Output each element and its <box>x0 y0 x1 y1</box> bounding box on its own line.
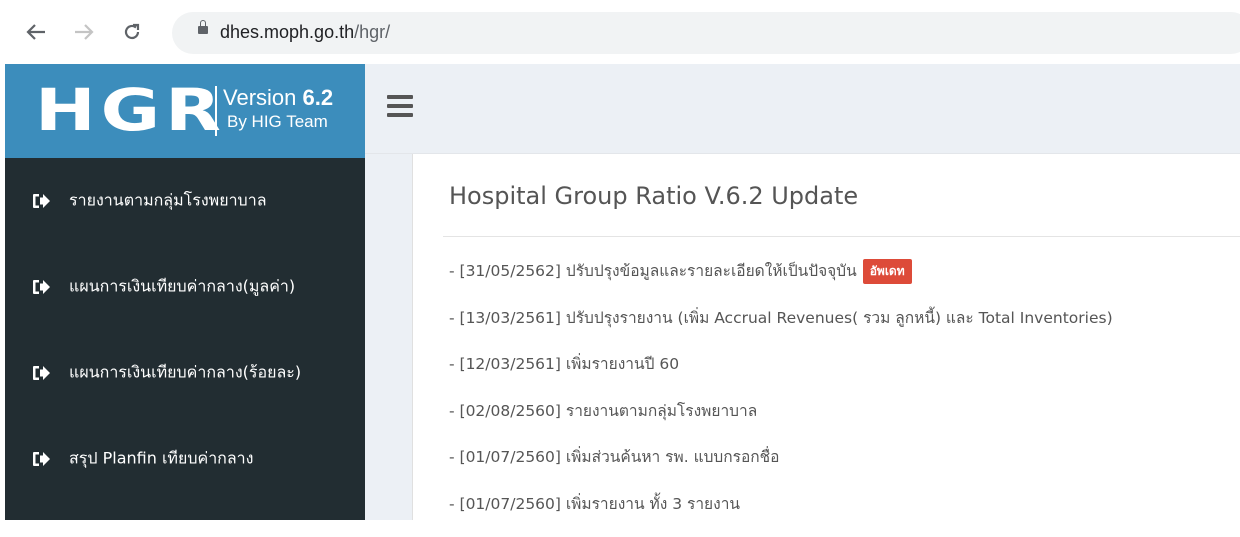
page-title: Hospital Group Ratio V.6.2 Update <box>449 182 858 210</box>
update-text: - [01/07/2560] เพิ่มส่วนค้นหา รพ. แบบกรอ… <box>449 448 779 466</box>
sign-in-icon <box>31 450 51 468</box>
url-text[interactable]: dhes.moph.go.th/hgr/ <box>220 22 390 43</box>
sidebar-item-planfin-summary[interactable]: สรุป Planfin เทียบค่ากลาง <box>5 416 365 502</box>
sidebar-item-group-report[interactable]: รายงานตามกลุ่มโรงพยาบาล <box>5 158 365 244</box>
logo-version: Version 6.2 <box>223 86 333 110</box>
sidebar-item-label: สรุป Planfin เทียบค่ากลาง <box>69 447 253 472</box>
list-item: - [02/08/2560] รายงานตามกลุ่มโรงพยาบาล <box>449 398 1239 445</box>
main-header <box>365 64 1240 154</box>
sidebar: HGR Version 6.2 By HIG Team รายงานตามกลุ… <box>5 64 365 520</box>
update-text: - [02/08/2560] รายงานตามกลุ่มโรงพยาบาล <box>449 402 757 420</box>
address-bar[interactable]: dhes.moph.go.th/hgr/ <box>172 12 1240 54</box>
sign-in-icon <box>31 364 51 382</box>
logo-brand: HGR <box>35 78 226 142</box>
sidebar-menu: รายงานตามกลุ่มโรงพยาบาล แผนการเงินเทียบค… <box>5 158 365 502</box>
sidebar-item-label: แผนการเงินเทียบค่ากลาง(ร้อยละ) <box>69 361 301 386</box>
lock-icon[interactable] <box>198 26 208 34</box>
browser-toolbar: dhes.moph.go.th/hgr/ <box>0 0 1240 64</box>
list-item: - [01/07/2560] เพิ่มส่วนค้นหา รพ. แบบกรอ… <box>449 444 1239 491</box>
url-host: dhes.moph.go.th <box>220 22 354 42</box>
list-item: - [12/03/2561] เพิ่มรายงานปี 60 <box>449 351 1239 398</box>
back-arrow-icon[interactable] <box>22 18 50 46</box>
forward-arrow-icon[interactable] <box>70 18 98 46</box>
sign-in-icon <box>31 192 51 210</box>
sidebar-item-planfin-value[interactable]: แผนการเงินเทียบค่ากลาง(มูลค่า) <box>5 244 365 330</box>
logo[interactable]: HGR Version 6.2 By HIG Team <box>5 64 365 158</box>
update-text: - [01/07/2560] เพิ่มรายงาน ทั้ง 3 รายงาน <box>449 495 740 513</box>
update-text: - [13/03/2561] ปรับปรุงรายงาน (เพิ่ม Acc… <box>449 309 1113 327</box>
sidebar-item-label: แผนการเงินเทียบค่ากลาง(มูลค่า) <box>69 275 295 300</box>
list-item: - [01/07/2560] เพิ่มรายงาน ทั้ง 3 รายงาน <box>449 491 1239 537</box>
divider <box>443 236 1240 237</box>
update-badge: อัพเดท <box>863 259 912 284</box>
logo-version-number: 6.2 <box>303 85 334 110</box>
list-item: - [31/05/2562] ปรับปรุงข้อมูลและรายละเอี… <box>449 258 1239 305</box>
update-text: - [31/05/2562] ปรับปรุงข้อมูลและรายละเอี… <box>449 262 857 280</box>
logo-divider <box>215 86 217 136</box>
update-text: - [12/03/2561] เพิ่มรายงานปี 60 <box>449 355 679 373</box>
logo-byline: By HIG Team <box>227 112 328 132</box>
content-area: Hospital Group Ratio V.6.2 Update - [31/… <box>365 154 1240 520</box>
logo-version-prefix: Version <box>223 85 303 110</box>
update-list: - [31/05/2562] ปรับปรุงข้อมูลและรายละเอี… <box>449 258 1239 537</box>
sidebar-item-label: รายงานตามกลุ่มโรงพยาบาล <box>69 189 267 214</box>
hamburger-menu-icon[interactable] <box>387 95 413 117</box>
update-panel: Hospital Group Ratio V.6.2 Update - [31/… <box>412 154 1240 520</box>
list-item: - [13/03/2561] ปรับปรุงรายงาน (เพิ่ม Acc… <box>449 305 1239 352</box>
sign-in-icon <box>31 278 51 296</box>
reload-icon[interactable] <box>118 18 146 46</box>
url-path: /hgr/ <box>354 22 390 42</box>
sidebar-item-planfin-percent[interactable]: แผนการเงินเทียบค่ากลาง(ร้อยละ) <box>5 330 365 416</box>
